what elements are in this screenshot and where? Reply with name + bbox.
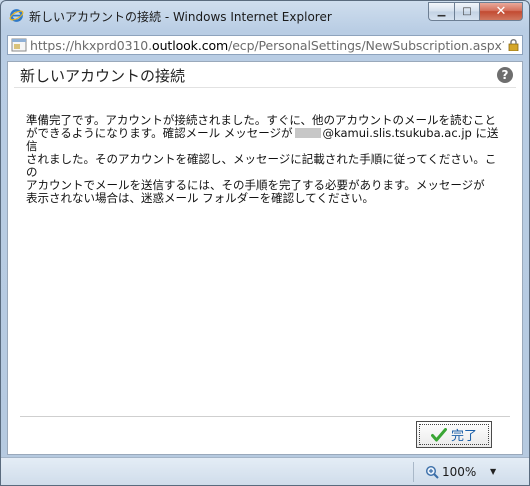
maximize-icon: □: [462, 6, 472, 17]
message-text: ができるようになります。確認メール メッセージが: [26, 126, 293, 140]
message-line: 表示されない場合は、迷惑メール フォルダーを確認してください。: [26, 191, 374, 205]
title-bar[interactable]: 新しいアカウントの接続 - Windows Internet Explorer …: [1, 1, 529, 31]
redacted-username: [294, 128, 321, 138]
help-icon[interactable]: ?: [497, 67, 513, 83]
status-separator: [413, 462, 414, 482]
zoom-icon[interactable]: [425, 465, 439, 479]
close-button[interactable]: ✕: [479, 2, 523, 21]
close-icon: ✕: [495, 4, 507, 19]
zoom-level[interactable]: 100%: [442, 465, 476, 479]
checkmark-icon: [430, 427, 447, 441]
confirmation-message: 準備完了です。アカウントが接続されました。すぐに、他のアカウントのメールを読むこ…: [26, 114, 506, 205]
page-icon: [11, 38, 27, 52]
browser-window: 新しいアカウントの接続 - Windows Internet Explorer …: [0, 0, 530, 486]
footer-divider: [20, 416, 510, 417]
window-title: 新しいアカウントの接続 - Windows Internet Explorer: [29, 10, 332, 24]
minimize-icon: ▁: [437, 6, 446, 17]
message-line: されました。そのアカウントを確認し、メッセージに記載された手順に従ってください。…: [26, 152, 497, 179]
dialog-content: 新しいアカウントの接続 ? 準備完了です。アカウントが接続されました。すぐに、他…: [7, 61, 523, 455]
dialog-title: 新しいアカウントの接続: [20, 67, 186, 85]
url-text: https://hkxprd0310.outlook.com/ecp/Perso…: [30, 38, 516, 53]
maximize-button[interactable]: □: [454, 2, 479, 21]
done-button-label: 完了: [450, 429, 477, 444]
security-lock-icon[interactable]: [504, 36, 522, 54]
done-button[interactable]: 完了: [416, 421, 492, 448]
url-domain: outlook.com: [152, 37, 229, 53]
url-prefix: https://hkxprd0310.: [30, 37, 153, 53]
status-bar: 100% ▼: [1, 457, 529, 485]
address-bar[interactable]: https://hkxprd0310.outlook.com/ecp/Perso…: [7, 35, 523, 55]
zoom-dropdown-icon[interactable]: ▼: [490, 467, 496, 476]
header-divider: [14, 87, 516, 88]
internet-explorer-icon: [9, 9, 24, 22]
message-line: ができるようになります。確認メール メッセージが @kamui.slis.tsuk…: [26, 127, 506, 153]
caption-buttons: ▁ □ ✕: [428, 2, 523, 22]
url-path: /ecp/PersonalSettings/NewSubscription.as…: [228, 37, 517, 53]
minimize-button[interactable]: ▁: [428, 2, 454, 21]
